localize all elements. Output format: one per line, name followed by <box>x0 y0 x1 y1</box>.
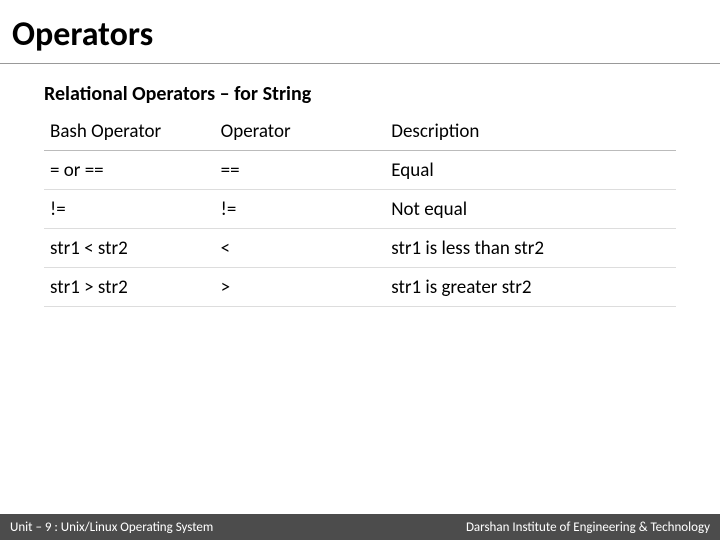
cell-desc: str1 is greater str2 <box>385 268 676 307</box>
col-header-description: Description <box>385 112 676 151</box>
footer-right: Darshan Institute of Engineering & Techn… <box>466 520 710 535</box>
cell-op: == <box>215 151 386 190</box>
cell-op: > <box>215 268 386 307</box>
cell-op: < <box>215 229 386 268</box>
table-row: str1 > str2 > str1 is greater str2 <box>44 268 676 307</box>
col-header-operator: Operator <box>215 112 386 151</box>
cell-bash: = or == <box>44 151 215 190</box>
cell-bash: str1 > str2 <box>44 268 215 307</box>
cell-desc: Equal <box>385 151 676 190</box>
cell-op: != <box>215 190 386 229</box>
table-row: str1 < str2 < str1 is less than str2 <box>44 229 676 268</box>
cell-desc: str1 is less than str2 <box>385 229 676 268</box>
cell-desc: Not equal <box>385 190 676 229</box>
section-heading: Relational Operators – for String <box>0 64 720 112</box>
cell-bash: str1 < str2 <box>44 229 215 268</box>
slide-title: Operators <box>0 0 720 64</box>
table-row: != != Not equal <box>44 190 676 229</box>
table-row: = or == == Equal <box>44 151 676 190</box>
footer-left: Unit – 9 : Unix/Linux Operating System <box>10 520 213 535</box>
col-header-bash: Bash Operator <box>44 112 215 151</box>
operators-table: Bash Operator Operator Description = or … <box>44 112 676 307</box>
cell-bash: != <box>44 190 215 229</box>
slide-footer: Unit – 9 : Unix/Linux Operating System D… <box>0 514 720 540</box>
table-header-row: Bash Operator Operator Description <box>44 112 676 151</box>
